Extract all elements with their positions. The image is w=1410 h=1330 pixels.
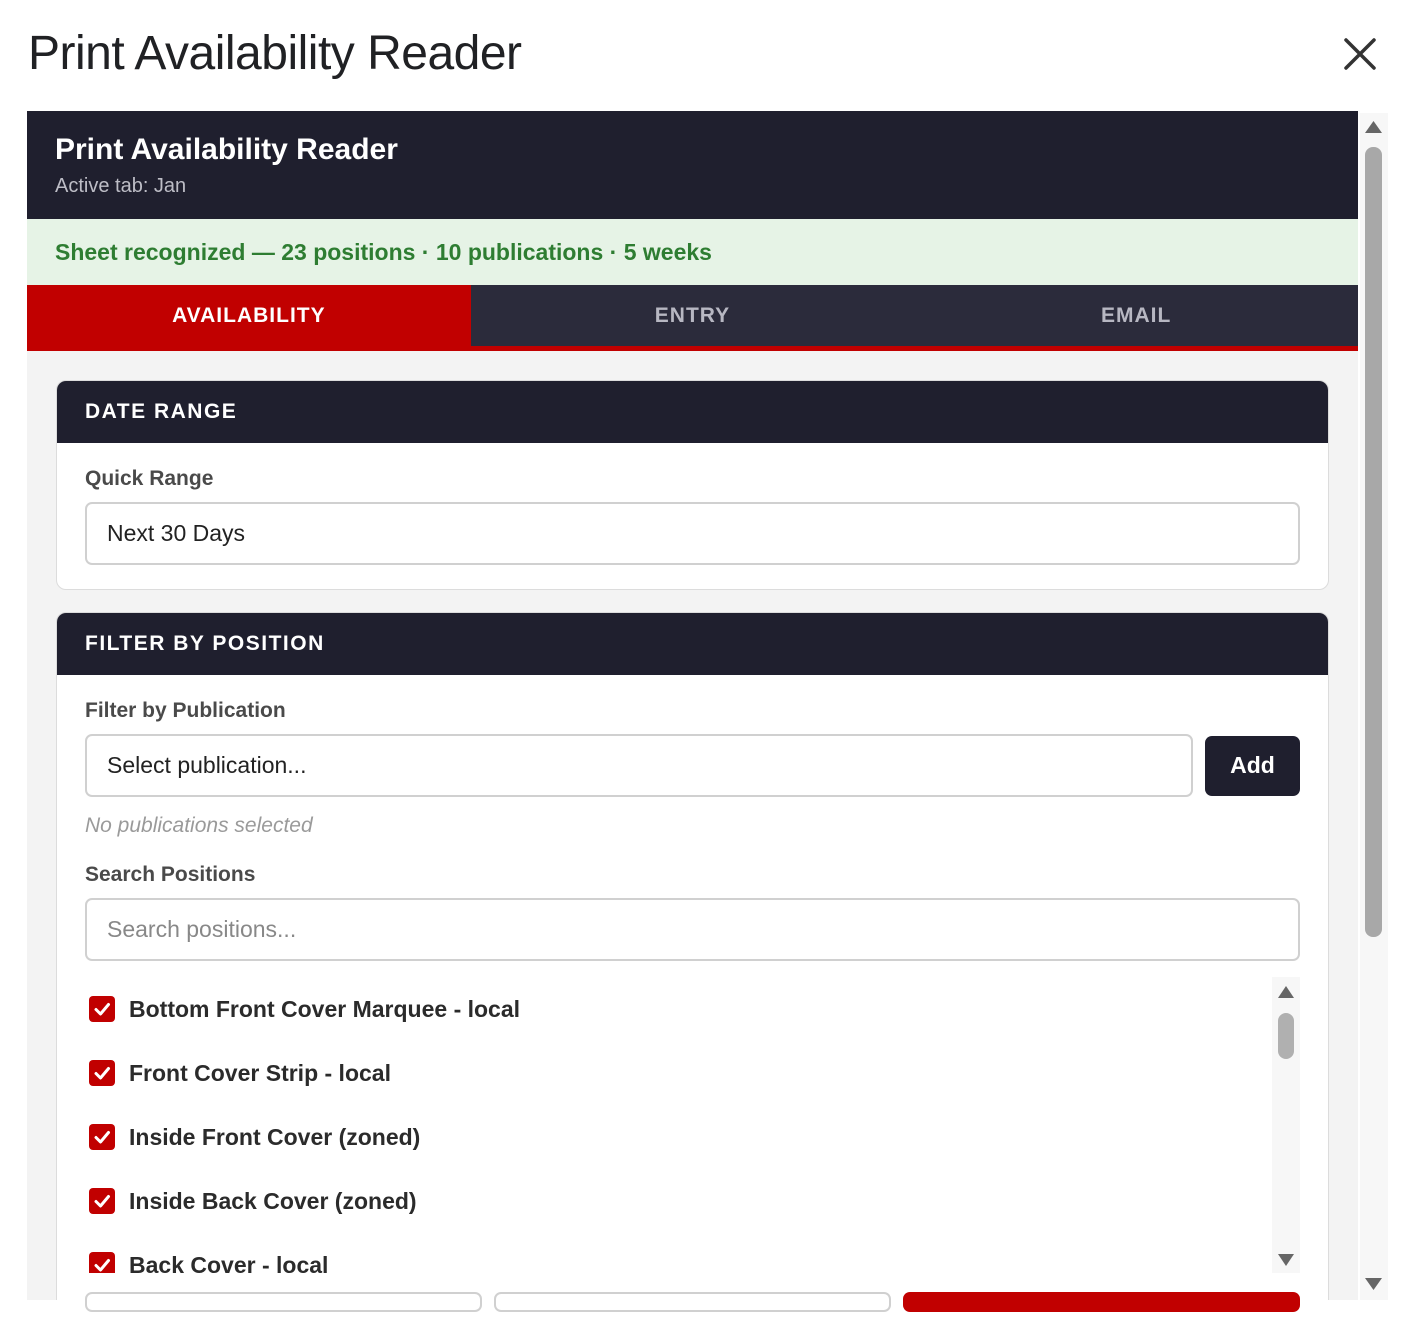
bottom-action-button[interactable] [903,1292,1300,1312]
date-range-heading: DATE RANGE [57,381,1328,443]
scroll-up-icon[interactable] [1277,985,1295,999]
publication-label: Filter by Publication [85,699,286,722]
app-title: Print Availability Reader [55,133,398,166]
frame-scrollbar[interactable] [1360,113,1388,1300]
position-label: Inside Back Cover (zoned) [129,1187,417,1214]
tab-entry[interactable]: ENTRY [471,285,915,346]
position-label: Back Cover - local [129,1251,329,1274]
dialog-title: Print Availability Reader [28,27,522,80]
active-tab-text: Active tab: Jan [55,175,187,197]
checkbox-checked-icon[interactable] [89,1060,115,1086]
tab-availability[interactable]: AVAILABILITY [27,285,471,346]
position-label: Front Cover Strip - local [129,1059,391,1086]
tab-email[interactable]: EMAIL [914,285,1358,346]
no-publications-hint: No publications selected [85,814,313,837]
checkbox-checked-icon[interactable] [89,996,115,1022]
addon-frame: Print Availability Reader Active tab: Ja… [27,111,1358,1300]
bottom-controls [85,1292,1300,1312]
scroll-up-icon[interactable] [1364,120,1383,134]
list-item[interactable]: Inside Front Cover (zoned) [85,1105,1300,1169]
bottom-field-left[interactable] [85,1292,482,1312]
filter-card: FILTER BY POSITION Filter by Publication… [56,612,1329,1300]
position-label: Bottom Front Cover Marquee - local [129,995,521,1022]
tab-bar: AVAILABILITY ENTRY EMAIL [27,285,1358,351]
add-publication-button[interactable]: Add [1205,735,1300,796]
date-range-card: DATE RANGE Quick Range Next 30 Days [56,380,1329,590]
checkbox-checked-icon[interactable] [89,1124,115,1150]
close-icon[interactable] [1336,30,1384,78]
list-item[interactable]: Back Cover - local [85,1233,1300,1273]
filter-heading: FILTER BY POSITION [57,613,1328,675]
status-banner: Sheet recognized — 23 positions · 10 pub… [27,219,1358,285]
checkbox-checked-icon[interactable] [89,1252,115,1273]
positions-scroll-thumb[interactable] [1278,1013,1294,1059]
positions-scrollbar[interactable] [1272,977,1300,1273]
list-item[interactable]: Front Cover Strip - local [85,1041,1300,1105]
positions-list: Bottom Front Cover Marquee - local Front… [85,977,1300,1273]
publication-select[interactable]: Select publication... [85,734,1193,797]
checkbox-checked-icon[interactable] [89,1188,115,1214]
search-positions-label: Search Positions [85,863,256,886]
quick-range-label: Quick Range [85,467,214,490]
quick-range-select[interactable]: Next 30 Days [85,502,1300,565]
app-header: Print Availability Reader Active tab: Ja… [27,111,1358,219]
frame-scroll-thumb[interactable] [1365,147,1382,937]
search-positions-input[interactable]: Search positions... [85,898,1300,961]
position-label: Inside Front Cover (zoned) [129,1123,421,1150]
list-item[interactable]: Bottom Front Cover Marquee - local [85,977,1300,1041]
bottom-field-middle[interactable] [494,1292,891,1312]
status-text: Sheet recognized — 23 positions · 10 pub… [55,238,712,265]
scroll-down-icon[interactable] [1364,1277,1383,1291]
scroll-down-icon[interactable] [1277,1253,1295,1267]
list-item[interactable]: Inside Back Cover (zoned) [85,1169,1300,1233]
availability-panel: DATE RANGE Quick Range Next 30 Days FILT… [27,351,1358,1300]
